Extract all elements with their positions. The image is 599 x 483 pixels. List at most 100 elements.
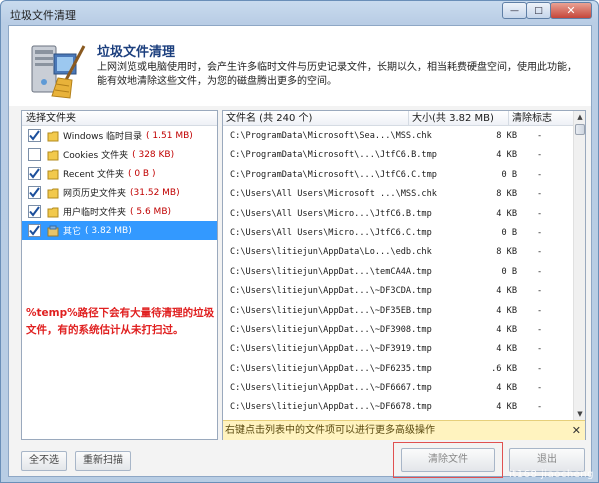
folder-item-size: ( 3.82 MB) — [85, 225, 132, 236]
file-row[interactable]: C:\Users\All Users\Micro...\JtfC6.C.tmp 0… — [223, 224, 575, 243]
folder-item[interactable]: 其它( 3.82 MB) — [22, 221, 217, 240]
file-row[interactable]: C:\Users\litiejun\AppDat...\~DF3908.tmp 4… — [223, 321, 575, 340]
file-row[interactable]: C:\Users\litiejun\AppDat...\~DF6678.tmp 4… — [223, 398, 575, 417]
file-clear-mark: - — [537, 189, 543, 200]
file-row[interactable]: C:\Users\All Users\Microsoft ...\MSS.chk… — [223, 185, 575, 204]
file-path: C:\Users\litiejun\AppData\Lo...\edb.chk — [230, 247, 432, 258]
folder-item-size: (31.52 MB) — [130, 187, 180, 198]
folder-checkbox[interactable] — [28, 186, 41, 199]
column-size[interactable]: 大小(共 3.82 MB) — [409, 111, 509, 126]
maximize-button[interactable]: □ — [526, 2, 551, 19]
scroll-up-icon[interactable]: ▲ — [574, 111, 586, 123]
annotation-note: %temp%路径下会有大量待清理的垃圾文件，有的系统估计从未打扫过。 — [26, 307, 215, 336]
folder-list-header: 选择文件夹 — [22, 111, 217, 126]
checkmark-icon — [29, 206, 40, 217]
file-clear-mark: - — [537, 324, 543, 335]
checkmark-icon — [29, 168, 40, 179]
file-clear-mark: - — [537, 266, 543, 277]
folder-checkbox[interactable] — [28, 148, 41, 161]
checkmark-icon — [29, 130, 40, 141]
folder-icon — [47, 131, 59, 141]
file-clear-mark: - — [537, 208, 543, 219]
scroll-down-icon[interactable]: ▼ — [574, 408, 586, 420]
file-row[interactable]: C:\Users\litiejun\AppDat...\~DF3CDA.tmp 4… — [223, 282, 575, 301]
file-size: 4 KB — [496, 344, 517, 355]
checkmark-icon — [29, 225, 40, 236]
folder-item-label: 网页历史文件夹 — [63, 189, 127, 199]
file-row[interactable]: C:\Users\All Users\Micro...\JtfC6.B.tmp 4… — [223, 205, 575, 224]
folder-item-size: ( 328 KB) — [132, 149, 175, 160]
file-clear-mark: - — [537, 363, 543, 374]
folder-item-label: 其它 — [63, 227, 82, 237]
file-clear-mark: - — [537, 344, 543, 355]
folder-item[interactable]: Recent 文件夹( 0 B ) — [22, 164, 217, 183]
folder-item[interactable]: 用户临时文件夹( 5.6 MB) — [22, 202, 217, 221]
file-size: 0 B — [501, 266, 517, 277]
file-clear-mark: - — [537, 227, 543, 238]
file-size: 4 KB — [496, 286, 517, 297]
file-row[interactable]: C:\ProgramData\Microsoft\...\JtfC6.C.tmp… — [223, 166, 575, 185]
file-path: C:\ProgramData\Microsoft\...\JtfC6.B.tmp — [230, 150, 437, 161]
folder-icon — [47, 150, 59, 160]
file-size: 4 KB — [496, 305, 517, 316]
folder-item[interactable]: Windows 临时目录( 1.51 MB) — [22, 126, 217, 145]
file-list-header: 文件名 (共 240 个) 大小(共 3.82 MB) 清除标志 — [223, 111, 575, 126]
file-path: C:\Users\litiejun\AppDat...\~DF6678.tmp — [230, 402, 432, 413]
file-row[interactable]: C:\ProgramData\Microsoft\...\JtfC6.B.tmp… — [223, 146, 575, 165]
file-size: 4 KB — [496, 324, 517, 335]
folder-item[interactable]: Cookies 文件夹( 328 KB) — [22, 145, 217, 164]
close-button[interactable]: ✕ — [550, 2, 592, 19]
file-row[interactable]: C:\Users\litiejun\AppDat...\~DF6235.tmp.… — [223, 360, 575, 379]
file-size: 4 KB — [496, 208, 517, 219]
folder-list: Windows 临时目录( 1.51 MB) Cookies 文件夹( 328 K… — [22, 126, 217, 240]
deselect-all-button[interactable]: 全不选 — [21, 451, 67, 471]
column-filename[interactable]: 文件名 (共 240 个) — [223, 111, 409, 126]
file-path: C:\ProgramData\Microsoft\Sea...\MSS.chk — [230, 131, 432, 141]
file-clear-mark: - — [537, 305, 543, 316]
file-row[interactable]: C:\Users\litiejun\AppData\Lo...\edb.chk 8… — [223, 243, 575, 262]
file-size: 4 KB — [496, 402, 517, 413]
dialog-header: 垃圾文件清理 上网浏览或电脑使用时，会产生许多临时文件与历史记录文件，长期以久，… — [9, 26, 591, 106]
file-size: 0 B — [501, 227, 517, 238]
file-clear-mark: - — [537, 402, 543, 413]
folder-icon — [47, 188, 59, 198]
cleanup-window: 垃圾文件清理 — □ ✕ 垃圾文件清理 上网浏览或电脑使用时，会产生许多临时文件… — [0, 0, 599, 483]
minimize-button[interactable]: — — [502, 2, 527, 19]
file-clear-mark: - — [537, 286, 543, 297]
window-controls: — □ ✕ — [502, 2, 592, 19]
file-row[interactable]: C:\Users\litiejun\AppDat...\~DF35EB.tmp 4… — [223, 302, 575, 321]
file-row[interactable]: C:\Users\litiejun\AppDat...\temCA4A.tmp 0… — [223, 263, 575, 282]
dialog-title: 垃圾文件清理 — [97, 45, 176, 60]
folder-checkbox[interactable] — [28, 129, 41, 142]
file-size: 4 KB — [496, 383, 517, 394]
title-bar[interactable]: 垃圾文件清理 — □ ✕ — [1, 1, 598, 25]
file-list-panel: 文件名 (共 240 个) 大小(共 3.82 MB) 清除标志 C:\Prog… — [222, 110, 586, 440]
file-size: 8 KB — [496, 189, 517, 200]
scroll-thumb[interactable] — [575, 124, 585, 135]
file-row[interactable]: C:\ProgramData\Microsoft\Sea...\MSS.chk 8… — [223, 127, 575, 146]
folder-item-label: Recent 文件夹 — [63, 170, 124, 180]
file-clear-mark: - — [537, 131, 543, 141]
clean-files-button[interactable]: 清除文件 — [401, 448, 495, 472]
file-row[interactable]: C:\Users\litiejun\AppDat...\~DF6667.tmp 4… — [223, 379, 575, 398]
file-row[interactable]: C:\Users\litiejun\AppDat...\~DF3919.tmp 4… — [223, 340, 575, 359]
window-title: 垃圾文件清理 — [10, 9, 76, 22]
folder-checkbox[interactable] — [28, 167, 41, 180]
folder-icon — [47, 207, 59, 217]
folder-item-size: ( 5.6 MB) — [130, 206, 172, 217]
file-size: 8 KB — [496, 131, 517, 141]
folder-checkbox[interactable] — [28, 224, 41, 237]
rescan-button[interactable]: 重新扫描 — [75, 451, 131, 471]
checkmark-icon — [29, 187, 40, 198]
file-path: C:\Users\litiejun\AppDat...\~DF6235.tmp — [230, 363, 432, 374]
folder-item[interactable]: 网页历史文件夹 (31.52 MB) — [22, 183, 217, 202]
file-list-scrollbar[interactable]: ▲ ▼ — [573, 111, 585, 420]
folder-checkbox[interactable] — [28, 205, 41, 218]
dialog-client: 垃圾文件清理 上网浏览或电脑使用时，会产生许多临时文件与历史记录文件，长期以久，… — [8, 25, 592, 478]
folder-item-label: 用户临时文件夹 — [63, 208, 127, 218]
package-icon — [47, 225, 59, 236]
column-mark[interactable]: 清除标志 — [509, 111, 575, 126]
file-path: C:\Users\All Users\Micro...\JtfC6.B.tmp — [230, 208, 432, 219]
folder-item-size: ( 1.51 MB) — [146, 130, 193, 141]
hint-close-icon[interactable]: ✕ — [572, 421, 581, 441]
